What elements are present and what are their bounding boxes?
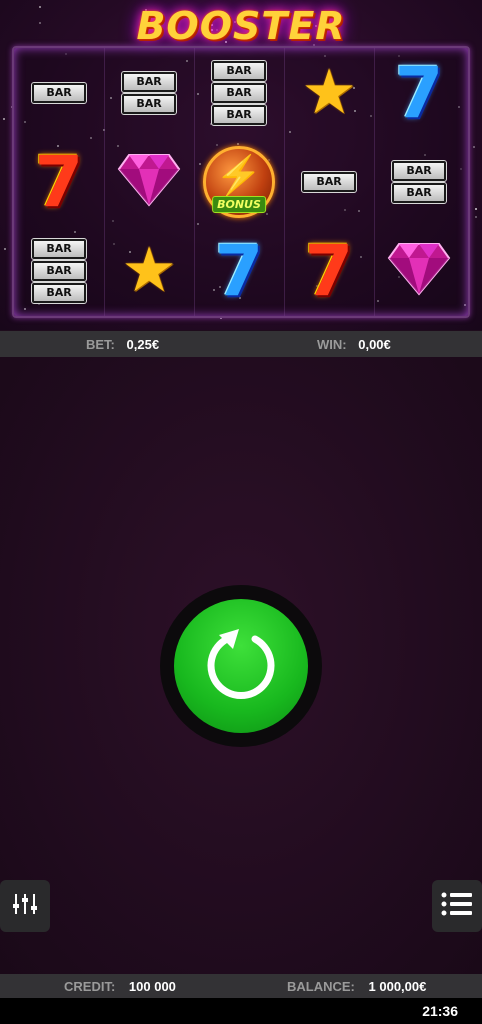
status-bar: 21:36 [0, 998, 482, 1024]
bar-symbol: BAR BAR [121, 70, 177, 115]
diamond-icon [117, 151, 181, 212]
reel-cell: 7 [284, 226, 374, 315]
background-star-dot [475, 216, 477, 218]
bonus-text: BONUS [212, 195, 266, 213]
clock-time: 21:36 [422, 1003, 458, 1019]
reel-cell: BAR BAR [374, 137, 464, 226]
balance-group: BALANCE: 1 000,00€ [287, 979, 426, 994]
bar-plate: BAR [31, 81, 87, 104]
reel-column: ★ BAR 7 [284, 48, 375, 316]
reel-cell: ★ [104, 226, 194, 315]
background-star-dot [3, 118, 5, 120]
bar-plate: BAR [31, 281, 87, 304]
win-value: 0,00€ [358, 336, 391, 352]
bar-plate: BAR [211, 103, 267, 126]
reel-cell: 7 [374, 48, 464, 137]
reel-cell: ⚡ BONUS [194, 137, 284, 226]
diamond-icon [387, 240, 451, 301]
bar-text: BAR [226, 63, 252, 77]
bar-text: BAR [406, 185, 432, 199]
refresh-arrow-icon [199, 623, 283, 710]
reel-grid: BAR 7 BAR BAR BAR BAR BAR ★ BAR BAR BAR ⚡ BONUS 7 ★ BAR… [12, 46, 470, 318]
reel-cell: BAR BAR BAR [14, 226, 104, 315]
bar-text: BAR [226, 107, 252, 121]
reel-cell: BAR BAR [104, 48, 194, 137]
reel-cell: BAR [14, 48, 104, 137]
bar-plate: BAR [391, 159, 447, 182]
star-icon: ★ [121, 235, 177, 305]
bar-symbol: BAR BAR [391, 159, 447, 204]
background-star-dot [4, 248, 6, 250]
bar-text: BAR [406, 163, 432, 177]
bet-label: BET: [86, 336, 115, 352]
win-group: WIN: 0,00€ [317, 337, 391, 352]
credit-value: 100 000 [128, 978, 176, 994]
spin-button[interactable] [174, 599, 308, 733]
bar-plate: BAR [31, 259, 87, 282]
bar-plate: BAR [211, 59, 267, 82]
bar-plate: BAR [211, 81, 267, 104]
bar-text: BAR [316, 174, 342, 188]
list-menu-icon [441, 891, 473, 922]
background-star-dot [473, 146, 475, 148]
reel-column: BAR 7 BAR BAR BAR [14, 48, 105, 316]
sliders-icon [12, 892, 38, 921]
seven-blue-symbol: 7 [394, 51, 444, 134]
game-logo: BOOSTER [0, 2, 482, 50]
bar-text: BAR [46, 285, 72, 299]
bar-symbol: BAR BAR BAR [211, 59, 267, 126]
reel-cell: 7 [14, 137, 104, 226]
credit-label: CREDIT: [64, 978, 116, 994]
reel-column: 7 BAR BAR [374, 48, 464, 316]
reel-cell [374, 226, 464, 315]
reel-cell [104, 137, 194, 226]
reel-cell: BAR [284, 137, 374, 226]
seven-red-symbol: 7 [304, 229, 354, 312]
star-icon: ★ [301, 57, 357, 127]
bar-plate: BAR [31, 237, 87, 260]
bar-text: BAR [46, 85, 72, 99]
bar-text: BAR [46, 241, 72, 255]
menu-button[interactable] [432, 880, 482, 932]
settings-button[interactable] [0, 880, 50, 932]
bar-text: BAR [46, 263, 72, 277]
bet-win-bar: BET: 0,25€ WIN: 0,00€ [0, 331, 482, 357]
bar-text: BAR [136, 96, 162, 110]
bet-value: 0,25€ [126, 336, 160, 352]
seven-blue-symbol: 7 [214, 229, 264, 312]
win-label: WIN: [317, 336, 347, 352]
reel-cell: 7 [194, 226, 284, 315]
bar-symbol: BAR [301, 170, 357, 193]
seven-red-symbol: 7 [34, 140, 84, 223]
bar-plate: BAR [121, 70, 177, 93]
credit-balance-bar: CREDIT: 100 000 BALANCE: 1 000,00€ [0, 974, 482, 998]
bar-text: BAR [136, 74, 162, 88]
game-header-area: BOOSTER BAR 7 BAR BAR BAR BAR BAR ★ BAR BAR BAR ⚡ BO… [0, 0, 482, 330]
bar-plate: BAR [121, 92, 177, 115]
reel-cell: ★ [284, 48, 374, 137]
background-star-dot [475, 208, 477, 210]
spin-button-ring [160, 585, 322, 747]
bar-symbol: BAR [31, 81, 87, 104]
bet-group: BET: 0,25€ [86, 337, 159, 352]
balance-value: 1 000,00€ [368, 978, 427, 994]
bar-plate: BAR [301, 170, 357, 193]
reel-column: BAR BAR BAR ⚡ BONUS 7 [194, 48, 285, 316]
bar-text: BAR [226, 85, 252, 99]
bonus-symbol: ⚡ BONUS [203, 145, 275, 218]
bar-plate: BAR [391, 181, 447, 204]
bar-symbol: BAR BAR BAR [31, 237, 87, 304]
lightning-bolt-icon: ⚡ [215, 154, 263, 197]
reel-cell: BAR BAR BAR [194, 48, 284, 137]
balance-label: BALANCE: [287, 978, 355, 994]
credit-group: CREDIT: 100 000 [64, 979, 176, 994]
game-logo-text: BOOSTER [136, 4, 346, 48]
reel-column: BAR BAR ★ [104, 48, 195, 316]
